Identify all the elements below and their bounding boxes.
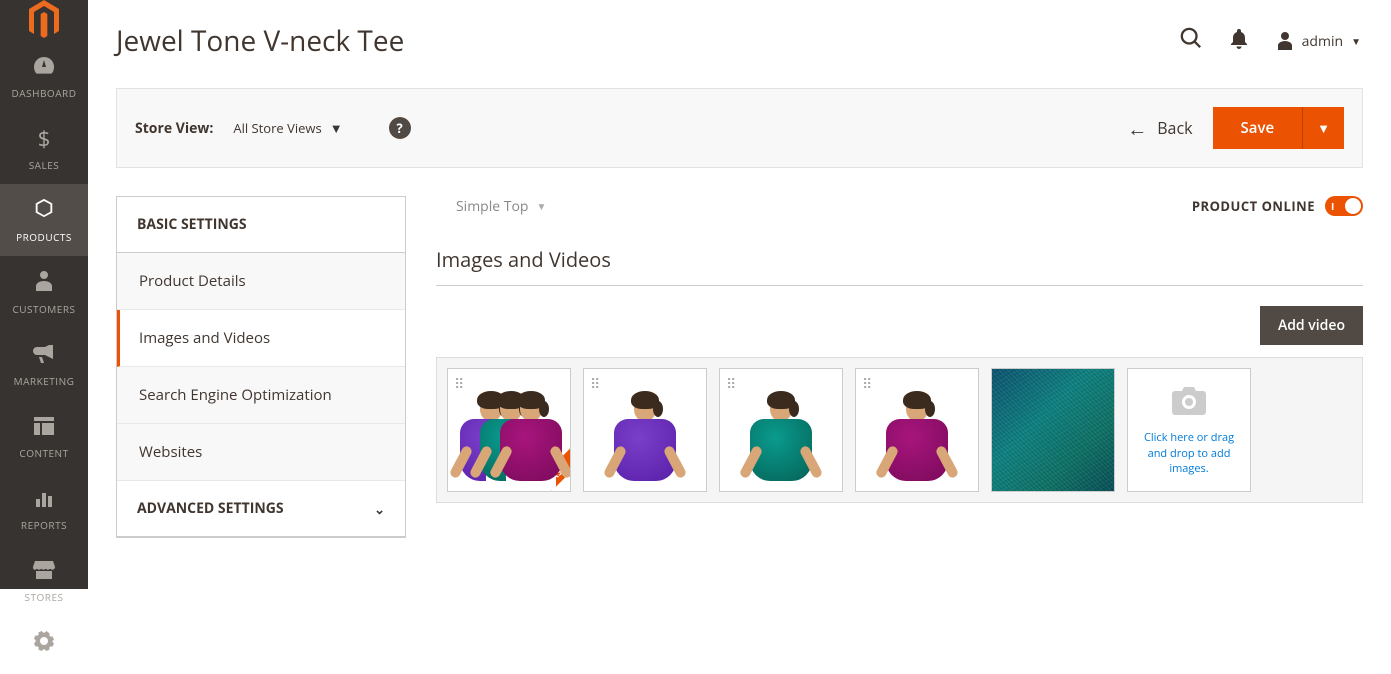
- add-video-button[interactable]: Add video: [1260, 306, 1363, 345]
- page-title: Jewel Tone V-neck Tee: [116, 22, 404, 60]
- save-button[interactable]: Save: [1213, 107, 1303, 149]
- nav-dashboard[interactable]: DASHBOARD: [0, 40, 88, 112]
- caret-down-icon: ▼: [1351, 34, 1361, 48]
- drag-handle-icon[interactable]: ⠿: [454, 375, 464, 394]
- product-online-toggle[interactable]: I: [1325, 196, 1363, 216]
- layout-icon: [34, 412, 54, 442]
- drag-handle-icon[interactable]: ⠿: [726, 375, 736, 394]
- chevron-down-icon: ⌄: [374, 500, 385, 518]
- store-icon: [33, 556, 55, 586]
- basic-settings-header[interactable]: BASIC SETTINGS: [117, 197, 405, 253]
- gauge-icon: [32, 52, 56, 82]
- caret-down-icon: ▼: [536, 199, 546, 213]
- settings-panel: BASIC SETTINGS Product Details Images an…: [116, 196, 406, 538]
- gallery-thumb[interactable]: ⠿: [583, 368, 707, 492]
- fabric-swatch: [992, 369, 1114, 491]
- header-tools: admin ▼: [1180, 27, 1361, 55]
- help-icon[interactable]: ?: [389, 117, 411, 139]
- save-button-group: Save ▼: [1213, 107, 1344, 149]
- gallery-thumb-swatch[interactable]: [991, 368, 1115, 492]
- page-header: Jewel Tone V-neck Tee admin ▼: [88, 0, 1391, 70]
- back-button[interactable]: ← Back: [1127, 115, 1192, 142]
- nav-stores[interactable]: STORES: [0, 544, 88, 616]
- tab-product-details[interactable]: Product Details: [117, 253, 405, 310]
- product-type-selector[interactable]: Simple Top ▼: [456, 197, 546, 216]
- nav-sales[interactable]: $ SALES: [0, 112, 88, 184]
- camera-icon: [1172, 383, 1206, 424]
- gear-icon: [34, 628, 54, 658]
- nav-content[interactable]: CONTENT: [0, 400, 88, 472]
- add-video-row: Add video: [436, 306, 1363, 345]
- section-title: Images and Videos: [436, 246, 1363, 286]
- save-dropdown-button[interactable]: ▼: [1302, 107, 1344, 149]
- main-area: Jewel Tone V-neck Tee admin ▼ Store View…: [88, 0, 1391, 589]
- tab-websites[interactable]: Websites: [117, 424, 405, 481]
- advanced-settings-header[interactable]: ADVANCED SETTINGS ⌄: [117, 481, 405, 537]
- nav-products[interactable]: PRODUCTS: [0, 184, 88, 256]
- gallery-thumb[interactable]: ⠿: [855, 368, 979, 492]
- nav-customers[interactable]: CUSTOMERS: [0, 256, 88, 328]
- dollar-icon: $: [38, 124, 51, 154]
- image-uploader[interactable]: Click here or drag and drop to add image…: [1127, 368, 1251, 492]
- store-view-switcher: Store View: All Store Views ▼ ?: [135, 117, 411, 139]
- toggle-on-icon: I: [1331, 199, 1334, 213]
- nav-marketing[interactable]: MARKETING: [0, 328, 88, 400]
- gallery-thumb-base[interactable]: ⠿ BASE: [447, 368, 571, 492]
- nav-reports[interactable]: REPORTS: [0, 472, 88, 544]
- image-gallery: ⠿ BASE ⠿ ⠿: [436, 357, 1363, 503]
- person-icon: [35, 268, 53, 298]
- admin-user-menu[interactable]: admin ▼: [1276, 32, 1361, 51]
- product-top-row: Simple Top ▼ PRODUCT ONLINE I: [436, 196, 1363, 216]
- bar-chart-icon: [34, 484, 54, 514]
- actions-bar: Store View: All Store Views ▼ ? ← Back S…: [116, 88, 1363, 168]
- magento-logo[interactable]: [0, 0, 88, 40]
- caret-down-icon: ▼: [330, 119, 343, 137]
- actions-right: ← Back Save ▼: [1127, 107, 1344, 149]
- admin-sidebar: DASHBOARD $ SALES PRODUCTS CUSTOMERS MAR…: [0, 0, 88, 589]
- drag-handle-icon[interactable]: ⠿: [590, 375, 600, 394]
- nav-system[interactable]: [0, 616, 88, 674]
- arrow-left-icon: ←: [1127, 115, 1147, 142]
- uploader-text: Click here or drag and drop to add image…: [1136, 430, 1242, 476]
- cube-icon: [33, 196, 55, 226]
- user-icon: [1276, 32, 1294, 50]
- gallery-thumb[interactable]: ⠿: [719, 368, 843, 492]
- right-panel: Simple Top ▼ PRODUCT ONLINE I Images and…: [436, 196, 1363, 538]
- store-view-select[interactable]: All Store Views ▼: [233, 119, 342, 137]
- drag-handle-icon[interactable]: ⠿: [862, 375, 872, 394]
- product-status: PRODUCT ONLINE I: [1192, 196, 1363, 216]
- tab-seo[interactable]: Search Engine Optimization: [117, 367, 405, 424]
- basic-settings-body: Product Details Images and Videos Search…: [117, 253, 405, 481]
- tab-images-videos[interactable]: Images and Videos: [117, 310, 405, 367]
- megaphone-icon: [33, 340, 55, 370]
- search-icon[interactable]: [1180, 27, 1202, 55]
- bell-icon[interactable]: [1230, 28, 1248, 55]
- content-wrap: BASIC SETTINGS Product Details Images an…: [116, 196, 1363, 538]
